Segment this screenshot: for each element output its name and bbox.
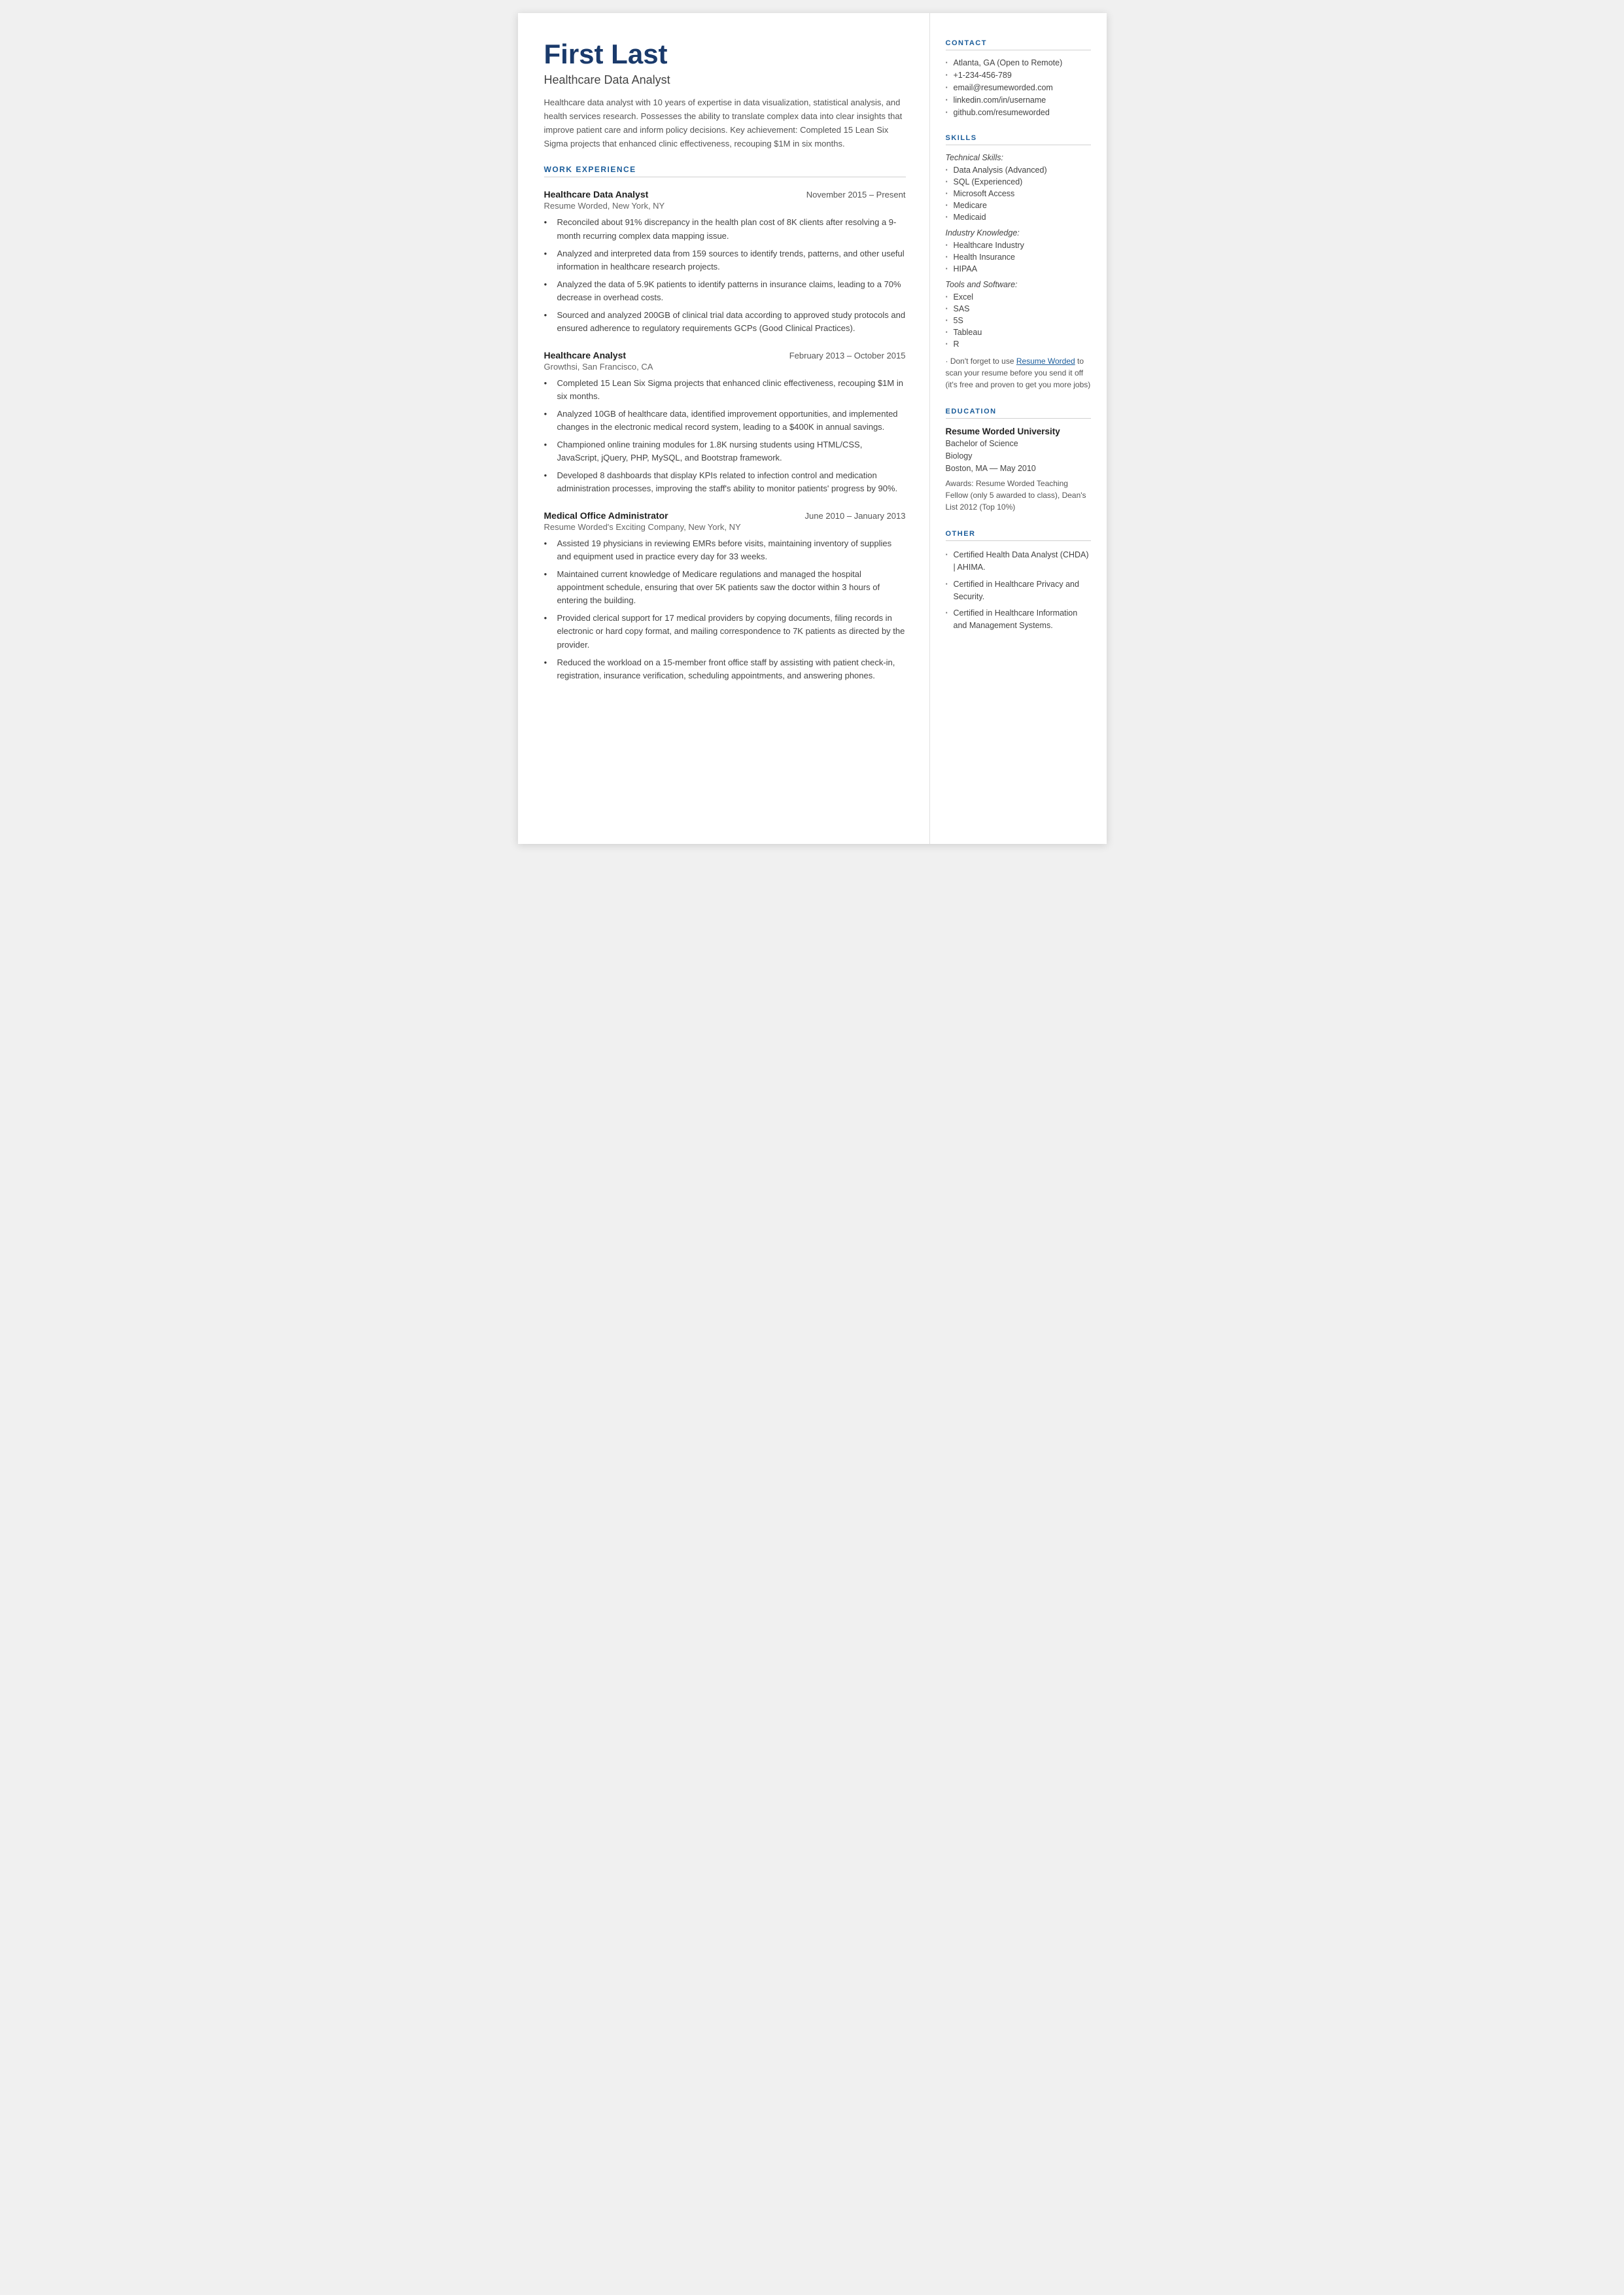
- work-experience-header: WORK EXPERIENCE: [544, 165, 906, 177]
- job-company-2: Resume Worded's Exciting Company, New Yo…: [544, 522, 906, 532]
- job-title-0: Healthcare Data Analyst: [544, 189, 649, 200]
- job-bullet-0-3: Sourced and analyzed 200GB of clinical t…: [544, 309, 906, 335]
- job-bullet-2-2: Provided clerical support for 17 medical…: [544, 612, 906, 651]
- skill-item-2-0: Excel: [946, 292, 1091, 302]
- other-item-2: Certified in Healthcare Information and …: [946, 607, 1091, 632]
- contact-item-4: github.com/resumeworded: [946, 108, 1091, 117]
- sidebar: CONTACT Atlanta, GA (Open to Remote) +1-2…: [930, 13, 1107, 844]
- job-company-1: Growthsi, San Francisco, CA: [544, 362, 906, 372]
- other-section: OTHER Certified Health Data Analyst (CHD…: [946, 530, 1091, 632]
- promo-prefix: · Don't forget to use: [946, 357, 1016, 366]
- job-header-1: Healthcare Analyst February 2013 – Octobe…: [544, 350, 906, 360]
- skill-item-2-4: R: [946, 340, 1091, 349]
- job-block-1: Healthcare Analyst February 2013 – Octobe…: [544, 350, 906, 496]
- other-list: Certified Health Data Analyst (CHDA) | A…: [946, 549, 1091, 632]
- skill-item-0-3: Medicare: [946, 201, 1091, 210]
- job-bullet-1-3: Developed 8 dashboards that display KPIs…: [544, 469, 906, 495]
- education-section: EDUCATION Resume Worded University Bache…: [946, 408, 1091, 513]
- education-header: EDUCATION: [946, 408, 1091, 419]
- candidate-title: Healthcare Data Analyst: [544, 73, 906, 87]
- edu-location-date: Boston, MA — May 2010: [946, 463, 1091, 475]
- other-item-0: Certified Health Data Analyst (CHDA) | A…: [946, 549, 1091, 574]
- skill-item-0-4: Medicaid: [946, 213, 1091, 222]
- job-dates-2: June 2010 – January 2013: [805, 511, 906, 521]
- job-bullet-0-1: Analyzed and interpreted data from 159 s…: [544, 247, 906, 273]
- job-bullet-2-3: Reduced the workload on a 15-member fron…: [544, 656, 906, 682]
- job-title-2: Medical Office Administrator: [544, 510, 668, 521]
- job-bullets-2: Assisted 19 physicians in reviewing EMRs…: [544, 537, 906, 682]
- skill-list-0: Data Analysis (Advanced) SQL (Experienced…: [946, 166, 1091, 222]
- skill-list-2: Excel SAS 5S Tableau R: [946, 292, 1091, 349]
- contact-item-0: Atlanta, GA (Open to Remote): [946, 58, 1091, 67]
- skill-item-2-3: Tableau: [946, 328, 1091, 337]
- contact-item-3: linkedin.com/in/username: [946, 96, 1091, 105]
- job-bullets-0: Reconciled about 91% discrepancy in the …: [544, 216, 906, 335]
- job-bullets-1: Completed 15 Lean Six Sigma projects tha…: [544, 377, 906, 496]
- job-bullet-2-0: Assisted 19 physicians in reviewing EMRs…: [544, 537, 906, 563]
- skill-list-1: Healthcare Industry Health Insurance HIPAA: [946, 241, 1091, 273]
- main-column: First Last Healthcare Data Analyst Healt…: [518, 13, 930, 844]
- other-header: OTHER: [946, 530, 1091, 541]
- edu-awards: Awards: Resume Worded Teaching Fellow (o…: [946, 478, 1091, 513]
- job-header-2: Medical Office Administrator June 2010 – …: [544, 510, 906, 521]
- skill-item-2-1: SAS: [946, 304, 1091, 313]
- contact-section: CONTACT Atlanta, GA (Open to Remote) +1-2…: [946, 39, 1091, 117]
- skill-item-1-1: Health Insurance: [946, 253, 1091, 262]
- promo-text: · Don't forget to use Resume Worded to s…: [946, 355, 1091, 391]
- skill-item-0-0: Data Analysis (Advanced): [946, 166, 1091, 175]
- skill-item-2-2: 5S: [946, 316, 1091, 325]
- skill-item-0-1: SQL (Experienced): [946, 177, 1091, 186]
- contact-header: CONTACT: [946, 39, 1091, 50]
- job-company-0: Resume Worded, New York, NY: [544, 201, 906, 211]
- skills-container: Technical Skills: Data Analysis (Advanced…: [946, 153, 1091, 349]
- skill-item-1-2: HIPAA: [946, 264, 1091, 273]
- skill-category-0: Technical Skills:: [946, 153, 1091, 162]
- contact-list: Atlanta, GA (Open to Remote) +1-234-456-7…: [946, 58, 1091, 117]
- skill-category-2: Tools and Software:: [946, 280, 1091, 289]
- promo-link[interactable]: Resume Worded: [1016, 357, 1075, 366]
- job-bullet-1-1: Analyzed 10GB of healthcare data, identi…: [544, 408, 906, 434]
- skill-item-0-2: Microsoft Access: [946, 189, 1091, 198]
- job-bullet-2-1: Maintained current knowledge of Medicare…: [544, 568, 906, 607]
- job-bullet-1-0: Completed 15 Lean Six Sigma projects tha…: [544, 377, 906, 403]
- job-block-2: Medical Office Administrator June 2010 – …: [544, 510, 906, 682]
- skill-item-1-0: Healthcare Industry: [946, 241, 1091, 250]
- jobs-container: Healthcare Data Analyst November 2015 – P…: [544, 189, 906, 682]
- other-item-1: Certified in Healthcare Privacy and Secu…: [946, 578, 1091, 603]
- skills-section: SKILLS Technical Skills: Data Analysis (A…: [946, 134, 1091, 391]
- edu-school: Resume Worded University: [946, 427, 1091, 436]
- job-header-0: Healthcare Data Analyst November 2015 – P…: [544, 189, 906, 200]
- job-bullet-1-2: Championed online training modules for 1…: [544, 438, 906, 464]
- edu-degree: Bachelor of Science: [946, 438, 1091, 450]
- job-block-0: Healthcare Data Analyst November 2015 – P…: [544, 189, 906, 335]
- skill-category-1: Industry Knowledge:: [946, 228, 1091, 237]
- resume-page: First Last Healthcare Data Analyst Healt…: [518, 13, 1107, 844]
- job-dates-1: February 2013 – October 2015: [789, 351, 906, 360]
- job-title-1: Healthcare Analyst: [544, 350, 627, 360]
- job-dates-0: November 2015 – Present: [806, 190, 906, 200]
- contact-item-1: +1-234-456-789: [946, 71, 1091, 80]
- job-bullet-0-0: Reconciled about 91% discrepancy in the …: [544, 216, 906, 242]
- contact-item-2: email@resumeworded.com: [946, 83, 1091, 92]
- candidate-name: First Last: [544, 39, 906, 69]
- skills-header: SKILLS: [946, 134, 1091, 145]
- edu-field: Biology: [946, 450, 1091, 463]
- candidate-summary: Healthcare data analyst with 10 years of…: [544, 96, 906, 150]
- job-bullet-0-2: Analyzed the data of 5.9K patients to id…: [544, 278, 906, 304]
